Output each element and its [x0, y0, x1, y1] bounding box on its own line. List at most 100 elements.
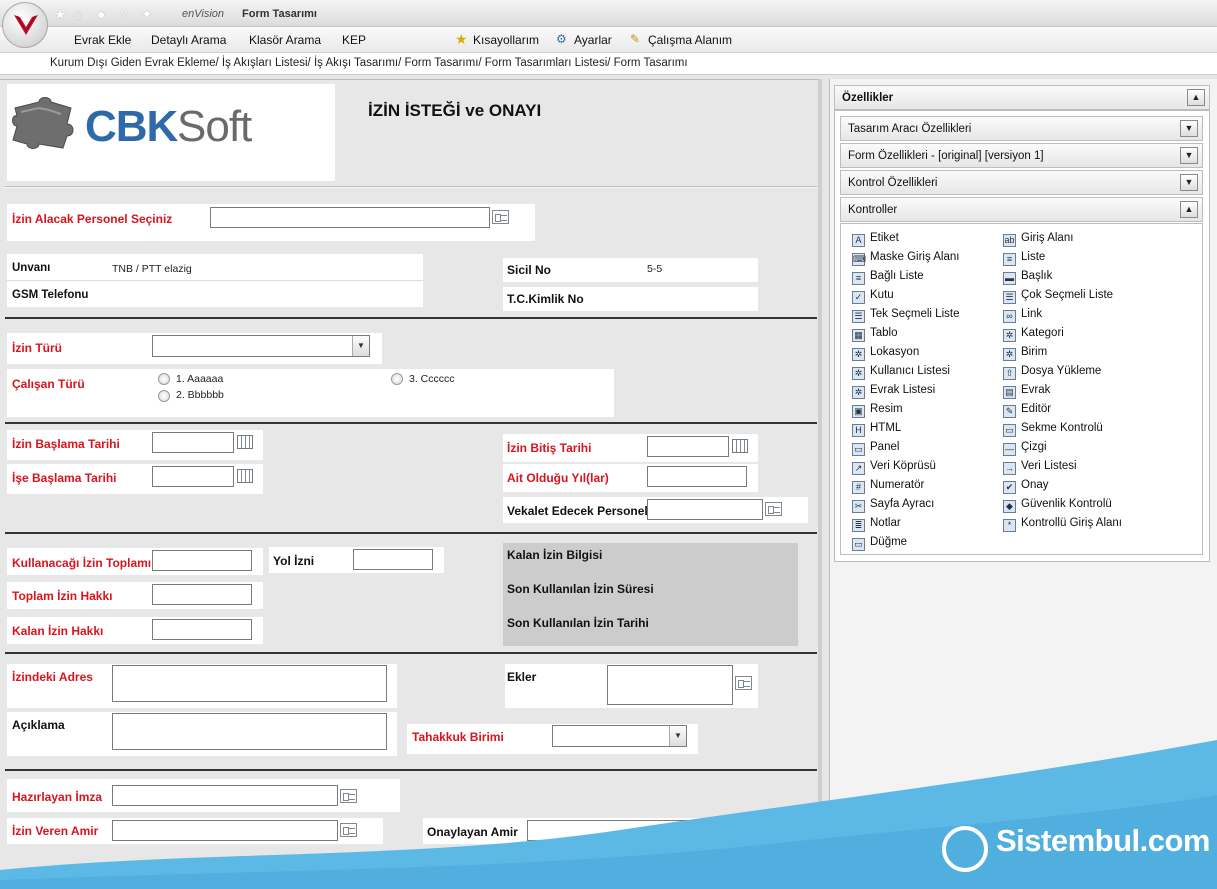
radio-label-1: 1. Aaaaaa — [176, 373, 224, 385]
envision-logo: enVision — [182, 8, 224, 20]
control-lokasyon[interactable]: ✲ Lokasyon — [852, 346, 919, 361]
menu-calisma-alanim[interactable]: Çalışma Alanım — [648, 33, 732, 47]
expand-icon[interactable]: ▼ — [1180, 120, 1198, 137]
section-kontroller[interactable]: Kontroller ▲ — [840, 197, 1203, 222]
control-çizgi[interactable]: — Çizgi — [1003, 441, 1047, 456]
control-panel[interactable]: ▭ Panel — [852, 441, 899, 456]
radio-option-1[interactable] — [158, 373, 170, 385]
ise-baslama-input[interactable] — [152, 466, 234, 487]
app-logo[interactable] — [2, 2, 48, 48]
control-kategori[interactable]: ✲ Kategori — [1003, 327, 1064, 342]
ait-input[interactable] — [647, 466, 747, 487]
unvan-label: Unvanı — [12, 262, 51, 274]
control-veri-listesi[interactable]: → Veri Listesi — [1003, 460, 1077, 475]
section-tasarim[interactable]: Tasarım Aracı Özellikleri ▼ — [840, 116, 1203, 141]
aciklama-label: Açıklama — [12, 718, 65, 732]
menu-detayli-arama[interactable]: Detaylı Arama — [151, 33, 226, 47]
puzzle-icon[interactable]: ✦ — [141, 6, 153, 23]
kullanacagi-input[interactable] — [152, 550, 252, 571]
picker-icon[interactable] — [340, 789, 357, 803]
chevron-down-icon: ▼ — [352, 336, 369, 356]
control-label: Onay — [1021, 479, 1049, 491]
menu-kep[interactable]: KEP — [342, 33, 366, 47]
control-kontrollü-giriş-alanı[interactable]: * Kontrollü Giriş Alanı — [1003, 517, 1122, 532]
section-kontrol[interactable]: Kontrol Özellikleri ▼ — [840, 170, 1203, 195]
control-type-icon: ◆ — [1003, 500, 1016, 513]
control-güvenlik-kontrolü[interactable]: ◆ Güvenlik Kontrolü — [1003, 498, 1112, 513]
calendar-icon[interactable] — [732, 439, 748, 453]
collapse-icon[interactable]: ▲ — [1187, 89, 1205, 106]
izin-turu-select[interactable]: ▼ — [152, 335, 370, 357]
control-label: Resim — [870, 403, 903, 415]
baslama-input[interactable] — [152, 432, 234, 453]
bitis-input[interactable] — [647, 436, 729, 457]
control-veri-köprüsü[interactable]: ↗ Veri Köprüsü — [852, 460, 936, 475]
control-html[interactable]: H HTML — [852, 422, 901, 437]
tahakkuk-select[interactable]: ▼ — [552, 725, 687, 747]
expand-icon[interactable]: ▼ — [1180, 174, 1198, 191]
control-giriş-alanı[interactable]: ab Giriş Alanı — [1003, 232, 1073, 247]
control-düğme[interactable]: ▭ Düğme — [852, 536, 907, 551]
vekalet-input[interactable] — [647, 499, 763, 520]
menu-ayarlar[interactable]: Ayarlar — [574, 33, 612, 47]
control-label: Kontrollü Giriş Alanı — [1021, 517, 1122, 529]
control-link[interactable]: ∞ Link — [1003, 308, 1042, 323]
control-type-icon: ab — [1003, 234, 1016, 247]
star-icon[interactable]: ★ — [54, 6, 67, 23]
aciklama-textarea[interactable] — [112, 713, 387, 750]
picker-icon[interactable] — [735, 676, 752, 690]
home-icon[interactable]: ⌂ — [74, 6, 82, 22]
hazirlayan-input[interactable] — [112, 785, 338, 806]
ekler-field[interactable] — [607, 665, 733, 705]
yol-input[interactable] — [353, 549, 433, 570]
personel-input[interactable] — [210, 207, 490, 228]
adres-textarea[interactable] — [112, 665, 387, 702]
control-notlar[interactable]: ≣ Notlar — [852, 517, 901, 532]
control-etiket[interactable]: A Etiket — [852, 232, 899, 247]
picker-icon[interactable] — [340, 823, 357, 837]
control-birim[interactable]: ✲ Birim — [1003, 346, 1047, 361]
collapse-icon[interactable]: ▲ — [1180, 201, 1198, 218]
breadcrumb-bar: Kurum Dışı Giden Evrak Ekleme/ İş Akışla… — [0, 53, 1217, 75]
control-çok-seçmeli-liste[interactable]: ☰ Çok Seçmeli Liste — [1003, 289, 1113, 304]
calendar-icon[interactable] — [237, 435, 253, 449]
menu-evrak-ekle[interactable]: Evrak Ekle — [74, 33, 131, 47]
menu-klasor-arama[interactable]: Klasör Arama — [249, 33, 321, 47]
user-icon[interactable]: ● — [97, 6, 105, 22]
control-başlık[interactable]: ▬ Başlık — [1003, 270, 1052, 285]
picker-icon[interactable] — [765, 502, 782, 516]
control-kullanıcı-listesi[interactable]: ✲ Kullanıcı Listesi — [852, 365, 950, 380]
radio-option-2[interactable] — [158, 390, 170, 402]
control-evrak-listesi[interactable]: ✲ Evrak Listesi — [852, 384, 935, 399]
control-sayfa-ayracı[interactable]: ✂ Sayfa Ayracı — [852, 498, 934, 513]
help-icon[interactable]: ? — [120, 6, 128, 22]
control-tablo[interactable]: ▦ Tablo — [852, 327, 898, 342]
section-form[interactable]: Form Özellikleri - [original] [versiyon … — [840, 143, 1203, 168]
control-maske-giriş-alanı[interactable]: ⌨ Maske Giriş Alanı — [852, 251, 959, 266]
menu-kisayollarim[interactable]: Kısayollarım — [473, 33, 539, 47]
canvas-scrollbar[interactable] — [818, 79, 822, 889]
picker-icon[interactable] — [755, 824, 772, 838]
veren-input[interactable] — [112, 820, 338, 841]
onaylayan-input[interactable] — [527, 820, 753, 841]
control-numeratör[interactable]: # Numeratör — [852, 479, 924, 494]
kalan-input[interactable] — [152, 619, 252, 640]
control-label: Giriş Alanı — [1021, 232, 1074, 244]
picker-icon[interactable] — [492, 210, 509, 224]
control-tek-seçmeli-liste[interactable]: ☰ Tek Seçmeli Liste — [852, 308, 959, 323]
control-dosya-yükleme[interactable]: ⇧ Dosya Yükleme — [1003, 365, 1101, 380]
toplam-input[interactable] — [152, 584, 252, 605]
control-bağlı-liste[interactable]: ≡ Bağlı Liste — [852, 270, 924, 285]
control-evrak[interactable]: ▤ Evrak — [1003, 384, 1050, 399]
radio-option-3[interactable] — [391, 373, 403, 385]
control-liste[interactable]: ≡ Liste — [1003, 251, 1045, 266]
control-sekme-kontrolü[interactable]: ▭ Sekme Kontrolü — [1003, 422, 1103, 437]
control-resim[interactable]: ▣ Resim — [852, 403, 903, 418]
expand-icon[interactable]: ▼ — [1180, 147, 1198, 164]
control-onay[interactable]: ✔ Onay — [1003, 479, 1049, 494]
kullanacagi-label: Kullanacağı İzin Toplamı — [12, 556, 152, 570]
control-editör[interactable]: ✎ Editör — [1003, 403, 1051, 418]
breadcrumb[interactable]: Kurum Dışı Giden Evrak Ekleme/ İş Akışla… — [50, 57, 688, 69]
control-kutu[interactable]: ✓ Kutu — [852, 289, 894, 304]
calendar-icon[interactable] — [237, 469, 253, 483]
